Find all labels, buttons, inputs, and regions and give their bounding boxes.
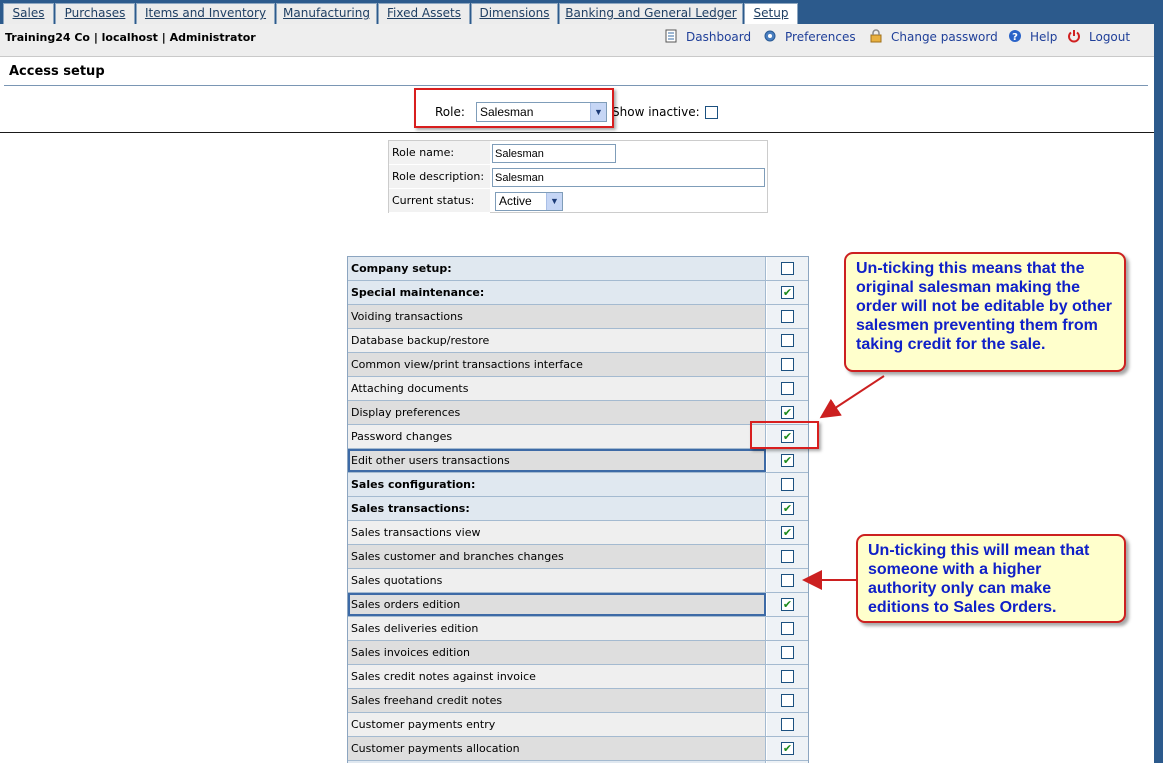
annotation-arrows [802,375,885,590]
tab-setup[interactable]: Setup [744,3,798,25]
tab-fixed-assets[interactable]: Fixed Assets [378,3,470,24]
tab-purchases[interactable]: Purchases [55,3,135,24]
tab-banking-and-general-ledger[interactable]: Banking and General Ledger [559,3,743,24]
page-body: Training24 Co | localhost | Administrato… [0,24,1154,763]
tab-dimensions[interactable]: Dimensions [471,3,558,24]
arrow-to-edit-users [819,375,885,419]
tab-manufacturing[interactable]: Manufacturing [276,3,377,24]
tab-sales[interactable]: Sales [3,3,54,24]
tab-items-and-inventory[interactable]: Items and Inventory [136,3,275,24]
main-tab-bar: Sales Purchases Items and Inventory Manu… [0,0,1163,25]
page-scrollbar[interactable] [1154,24,1163,763]
